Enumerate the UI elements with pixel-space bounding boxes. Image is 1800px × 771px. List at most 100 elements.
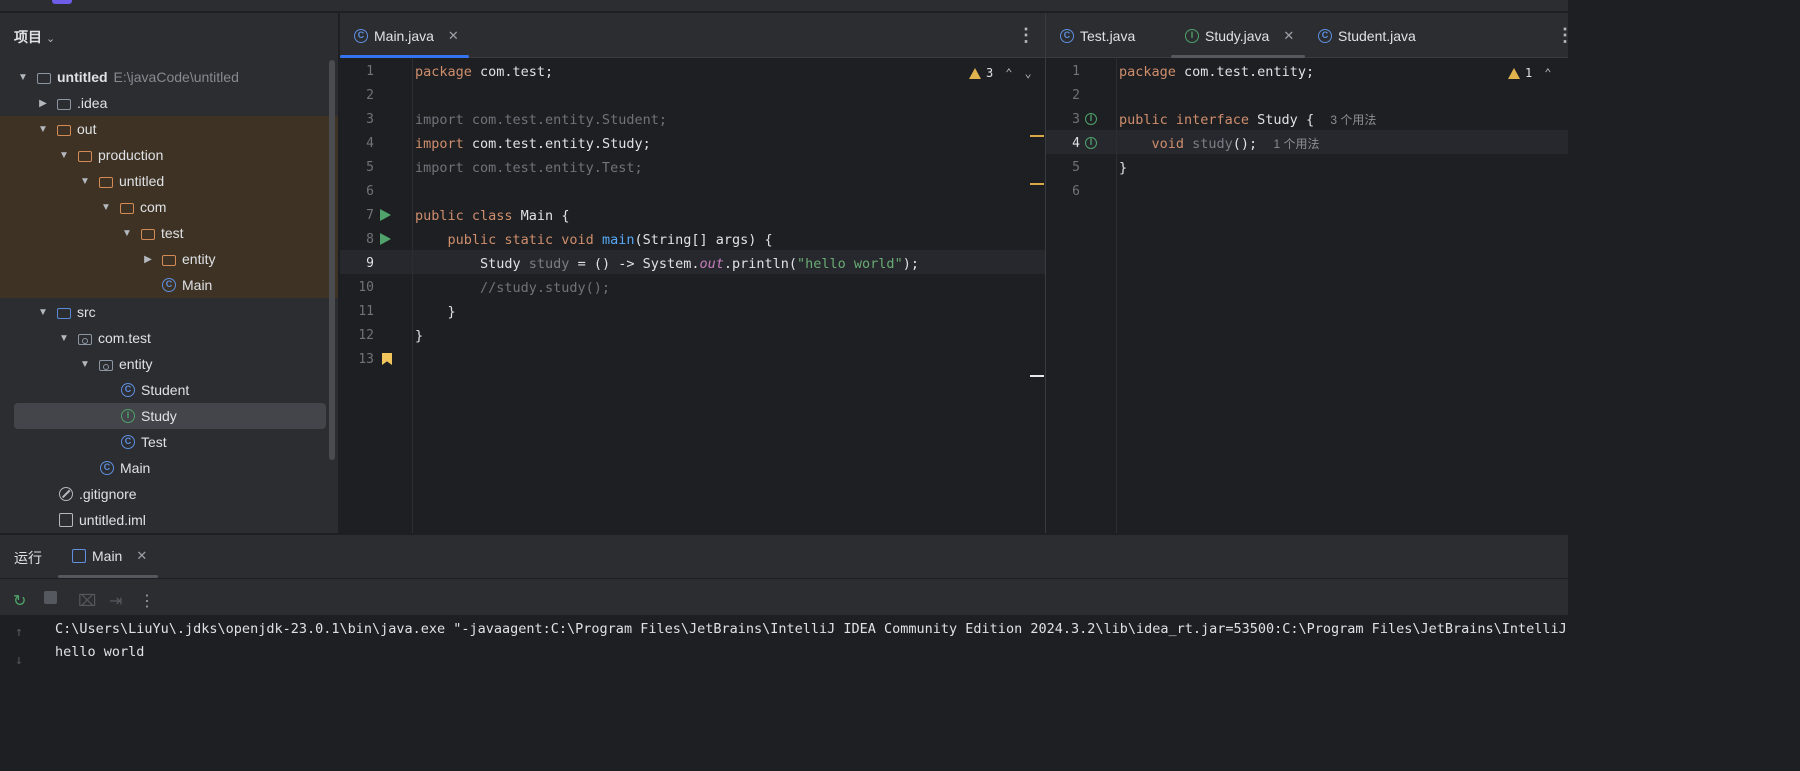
tree-item-src[interactable]: ▼ src [0, 299, 338, 325]
tree-item-main-src[interactable]: C Main [0, 455, 338, 481]
usages-hint[interactable]: 1 个用法 [1273, 137, 1319, 151]
chevron-up-icon[interactable]: ⌃ [1005, 66, 1012, 80]
chevron-down-icon[interactable]: ▼ [121, 228, 133, 239]
warning-icon [969, 67, 981, 79]
source-folder-icon [57, 307, 71, 319]
tree-item-entity-src[interactable]: ▼ entity [0, 351, 338, 377]
tree-item-root[interactable]: ▼ untitled E:\javaCode\untitled [0, 64, 338, 90]
line-number: 2 [366, 88, 374, 103]
chevron-down-icon[interactable]: ▼ [37, 307, 49, 318]
implementations-icon[interactable]: I [1085, 137, 1097, 149]
folder-icon [99, 176, 113, 188]
tree-item-main-out[interactable]: C Main [0, 272, 338, 298]
line-number: 4 [366, 136, 374, 151]
console-line: hello world [55, 644, 145, 660]
code-line-12: } [415, 328, 424, 344]
tree-item-production[interactable]: ▼ production [0, 142, 338, 168]
tree-item-study[interactable]: I Study [14, 403, 326, 429]
tab-student-java[interactable]: C Student.java [1318, 13, 1416, 58]
chevron-down-icon[interactable]: ▼ [58, 150, 70, 161]
close-icon[interactable]: ✕ [1283, 28, 1294, 44]
console-viewport: C:\Users\LiuYu\.jdks\openjdk-23.0.1\bin\… [42, 615, 1568, 673]
line-number: 8 [366, 232, 374, 247]
tree-item-iml[interactable]: untitled.iml [0, 507, 338, 533]
usages-hint[interactable]: 3 个用法 [1330, 113, 1376, 127]
tree-item-untitled[interactable]: ▼ untitled [0, 168, 338, 194]
scroll-down-icon[interactable]: ↓ [15, 653, 23, 668]
tree-item-entity-out[interactable]: ▶ entity [0, 246, 338, 272]
editor-left-code[interactable]: package com.test; import com.test.entity… [413, 58, 1045, 533]
bookmark-icon[interactable] [382, 353, 392, 365]
line-number: 1 [1072, 64, 1080, 79]
chevron-right-icon[interactable]: ▶ [142, 254, 154, 265]
line-number: 11 [358, 304, 374, 319]
chevron-down-icon[interactable]: ⌄ [46, 33, 55, 45]
line-number: 9 [366, 256, 374, 271]
line-number: 3 [1072, 112, 1080, 127]
code-line-3: import com.test.entity.Student; [415, 112, 667, 128]
chevron-down-icon[interactable]: ▼ [79, 176, 91, 187]
code-line-10: //study.study(); [415, 280, 611, 296]
tree-item-gitignore[interactable]: .gitignore [0, 481, 338, 507]
chevron-down-icon[interactable]: ▼ [17, 72, 29, 83]
console-output[interactable]: ↑ ↓ C:\Users\LiuYu\.jdks\openjdk-23.0.1\… [0, 615, 1568, 673]
line-number: 6 [1072, 184, 1080, 199]
folder-icon [78, 150, 92, 162]
chevron-down-icon[interactable]: ⌄ [1024, 66, 1031, 80]
editor-right-gutter: 1 2 3 4 5 6 I I [1046, 58, 1117, 533]
tree-item-test-class[interactable]: C Test [0, 429, 338, 455]
project-scrollbar[interactable] [329, 60, 335, 460]
tree-item-idea[interactable]: ▶ .idea [0, 90, 338, 116]
camera-icon[interactable]: ⌧ [78, 591, 96, 611]
line-number: 3 [366, 112, 374, 127]
more-options-icon[interactable]: ⋮ [1017, 25, 1035, 46]
more-options-icon[interactable]: ⋮ [139, 591, 155, 611]
line-number: 10 [358, 280, 374, 295]
module-icon [37, 72, 51, 84]
stop-icon[interactable] [44, 591, 57, 604]
exit-icon[interactable]: ⇥ [109, 591, 122, 611]
folder-icon [162, 254, 176, 266]
code-line-1: package com.test; [415, 64, 554, 80]
chevron-down-icon[interactable]: ▼ [79, 359, 91, 370]
rerun-icon[interactable]: ↻ [13, 591, 26, 611]
chevron-right-icon[interactable]: ▶ [37, 98, 49, 109]
scroll-up-icon[interactable]: ↑ [15, 625, 23, 640]
console-icon [72, 549, 86, 563]
close-icon[interactable]: ✕ [448, 28, 459, 44]
chevron-up-icon[interactable]: ⌃ [1544, 66, 1551, 80]
warnings-indicator[interactable]: 3 ⌃ ⌄ [969, 66, 1032, 80]
code-line-7: public class Main { [415, 208, 570, 224]
warnings-indicator[interactable]: 1 ⌃ [1508, 66, 1551, 80]
module-file-icon [59, 513, 73, 527]
tree-item-student[interactable]: C Student [0, 377, 338, 403]
tree-item-test[interactable]: ▼ test [0, 220, 338, 246]
code-line-1: package com.test.entity; [1119, 64, 1315, 80]
chevron-down-icon[interactable]: ▼ [58, 333, 70, 344]
project-header[interactable]: 项目 ⌄ [14, 27, 55, 47]
run-icon[interactable] [380, 209, 391, 221]
editor-right-code[interactable]: package com.test.entity; public interfac… [1117, 58, 1568, 533]
folder-icon [141, 228, 155, 240]
run-tab-main[interactable]: Main ✕ [72, 548, 147, 564]
chevron-down-icon[interactable]: ▼ [37, 124, 49, 135]
tree-item-com-test[interactable]: ▼ com.test [0, 325, 338, 351]
run-icon[interactable] [380, 233, 391, 245]
tree-item-out[interactable]: ▼ out [0, 116, 338, 142]
class-icon: C [162, 278, 176, 292]
folder-icon [120, 202, 134, 214]
bookmark-stripe[interactable] [1030, 375, 1044, 377]
implementations-icon[interactable]: I [1085, 113, 1097, 125]
tab-test-java[interactable]: C Test.java [1060, 13, 1135, 58]
code-line-4: import com.test.entity.Study; [415, 136, 651, 152]
divider [0, 578, 1568, 579]
close-icon[interactable]: ✕ [136, 548, 147, 564]
more-options-icon[interactable]: ⋮ [1556, 25, 1574, 46]
tab-main-java[interactable]: C Main.java ✕ [340, 13, 469, 58]
chevron-down-icon[interactable]: ▼ [100, 202, 112, 213]
tree-item-com[interactable]: ▼ com [0, 194, 338, 220]
tab-study-java[interactable]: I Study.java ✕ [1171, 13, 1305, 58]
warning-stripe[interactable] [1030, 135, 1044, 137]
warning-stripe[interactable] [1030, 183, 1044, 185]
run-panel-title: 运行 [14, 550, 42, 566]
